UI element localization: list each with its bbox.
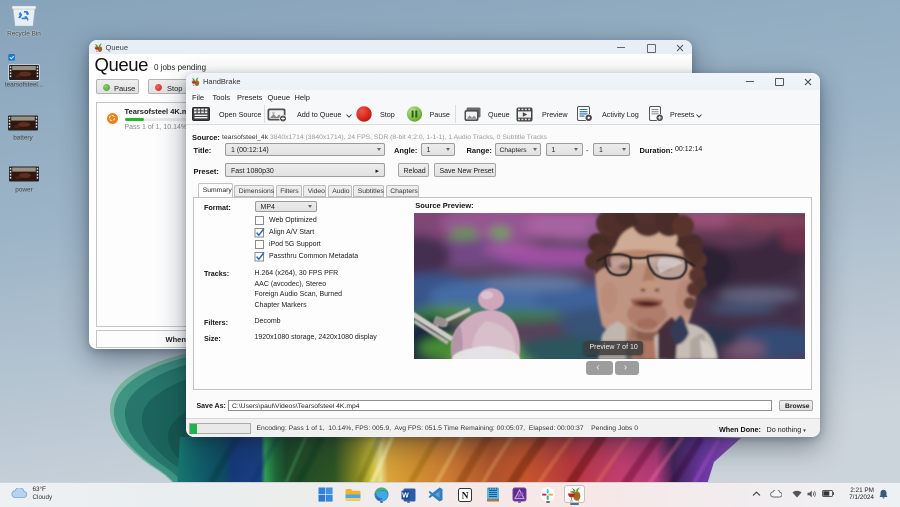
- svg-text:Recycle Bin: Recycle Bin: [7, 31, 41, 38]
- svg-text:battery: battery: [13, 135, 33, 142]
- svg-text:N: N: [461, 491, 468, 501]
- svg-text:tearsofsteel...: tearsofsteel...: [5, 82, 44, 89]
- svg-text:power: power: [15, 187, 33, 194]
- svg-text:W: W: [402, 492, 409, 499]
